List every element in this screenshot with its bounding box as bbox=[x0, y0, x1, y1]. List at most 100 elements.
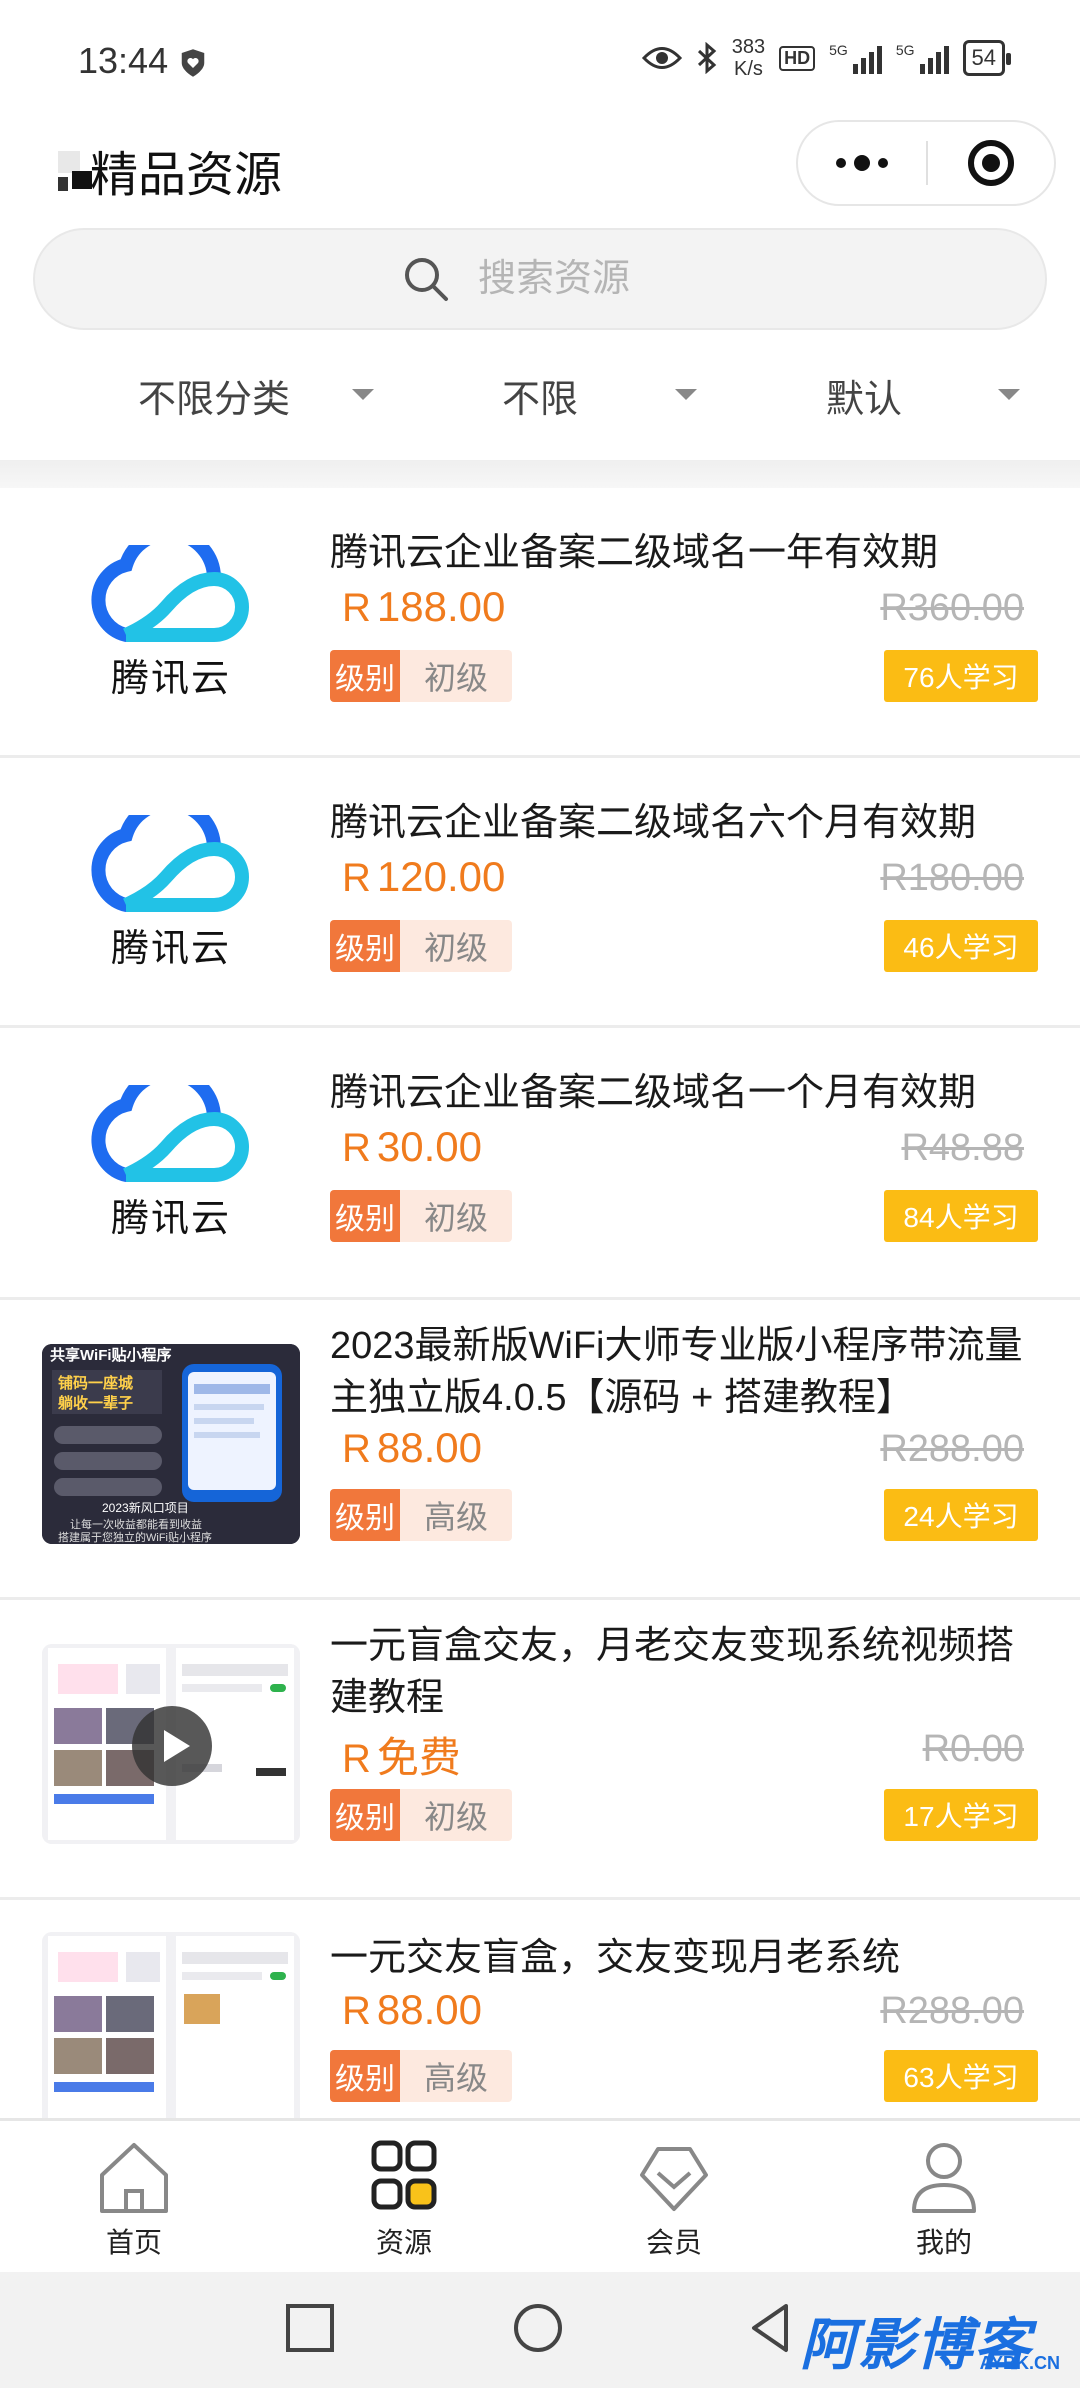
level-badge: 级别 初级 bbox=[330, 920, 512, 972]
status-time: 13:44 bbox=[78, 40, 169, 81]
status-bar: 13:44 383 K/s HD 5G 5G 54 bbox=[0, 0, 1080, 115]
wifi-promo-thumbnail: 共享WiFi贴小程序 铺码一座城 躺收一辈子 2023新风口项目 让每一次收益都… bbox=[42, 1344, 300, 1544]
tab-label: 资源 bbox=[375, 2227, 432, 2258]
tencent-cloud-logo-icon bbox=[91, 814, 249, 912]
item-original-price: R288.00 bbox=[880, 1990, 1024, 2032]
level-badge: 级别 高级 bbox=[330, 1489, 512, 1541]
page-title: 精品资源 bbox=[90, 149, 283, 202]
search-input[interactable] bbox=[478, 257, 678, 301]
learners-badge: 76人学习 bbox=[884, 650, 1038, 702]
item-title: 腾讯云企业备案二级域名一年有效期 bbox=[330, 532, 939, 574]
item-original-price: R288.00 bbox=[880, 1428, 1024, 1470]
recents-button[interactable] bbox=[284, 2302, 336, 2354]
tencent-cloud-logo-icon bbox=[91, 1084, 249, 1182]
heart-shield-icon bbox=[181, 49, 205, 77]
system-navigation-bar: 阿影博客 AYBK.CN bbox=[0, 2272, 1080, 2388]
thumbnail-caption: 腾讯云 bbox=[110, 657, 231, 700]
item-original-price: R360.00 bbox=[880, 587, 1024, 629]
filter-label: 不限 bbox=[502, 378, 579, 421]
svg-text:2023新风口项目: 2023新风口项目 bbox=[102, 1500, 189, 1515]
more-dot-icon bbox=[854, 155, 870, 171]
wifi-promo-image: 共享WiFi贴小程序 铺码一座城 躺收一辈子 2023新风口项目 让每一次收益都… bbox=[42, 1344, 300, 1544]
item-title: 一元交友盲盒，交友变现月老系统 bbox=[330, 1937, 901, 1979]
item-price: R 免费 bbox=[342, 1734, 461, 1781]
tencent-cloud-thumbnail: 腾讯云 bbox=[42, 523, 300, 723]
filter-category[interactable]: 不限分类 bbox=[138, 355, 378, 435]
tencent-cloud-thumbnail: 腾讯云 bbox=[42, 793, 300, 993]
watermark-domain: AYBK.CN bbox=[979, 2353, 1060, 2373]
target-icon bbox=[967, 140, 1014, 186]
bluetooth-icon bbox=[697, 42, 717, 74]
learners-badge: 84人学习 bbox=[884, 1190, 1038, 1242]
tencent-cloud-thumbnail: 腾讯云 bbox=[42, 1063, 300, 1263]
tab-resources[interactable]: 资源 bbox=[334, 2139, 474, 2261]
user-icon bbox=[912, 2143, 976, 2213]
battery-icon: 54 bbox=[962, 40, 1012, 76]
tab-label: 首页 bbox=[105, 2227, 162, 2258]
search-icon bbox=[405, 258, 448, 301]
play-icon[interactable] bbox=[130, 1704, 214, 1788]
svg-text:让每一次收益都能看到收益: 让每一次收益都能看到收益 bbox=[70, 1517, 202, 1531]
tab-bar: 首页 资源 会员 我的 bbox=[0, 2118, 1080, 2272]
app-thumbnail bbox=[42, 1932, 300, 2132]
more-dot-icon bbox=[836, 158, 846, 168]
svg-text:铺码一座城: 铺码一座城 bbox=[58, 1374, 133, 1392]
filter-level[interactable]: 不限 bbox=[502, 355, 702, 435]
tab-home[interactable]: 首页 bbox=[64, 2139, 204, 2261]
item-title: 腾讯云企业备案二级域名六个月有效期 bbox=[330, 802, 977, 844]
caret-down-icon bbox=[998, 389, 1020, 400]
svg-text:搭建属于您独立的WiFi贴小程序: 搭建属于您独立的WiFi贴小程序 bbox=[58, 1530, 212, 1544]
item-price: R 120.00 bbox=[342, 853, 506, 900]
list-item[interactable]: 共享WiFi贴小程序 铺码一座城 躺收一辈子 2023新风口项目 让每一次收益都… bbox=[0, 1300, 1080, 1600]
item-title: 腾讯云企业备案二级域名一个月有效期 bbox=[330, 1072, 977, 1114]
hd-badge: HD bbox=[779, 45, 816, 71]
level-badge: 级别 高级 bbox=[330, 2050, 512, 2102]
caret-down-icon bbox=[675, 389, 697, 400]
filter-bar: 不限分类 不限 默认 bbox=[0, 355, 1080, 435]
thumbnail-caption: 腾讯云 bbox=[110, 1197, 231, 1240]
more-button[interactable] bbox=[798, 122, 926, 204]
list-item[interactable]: 腾讯云 腾讯云企业备案二级域名六个月有效期 R 120.00 R180.00 级别… bbox=[0, 758, 1080, 1028]
section-divider bbox=[0, 460, 1080, 488]
item-original-price: R180.00 bbox=[880, 857, 1024, 899]
home-icon bbox=[100, 2143, 168, 2213]
item-title: 2023最新版WiFi大师专业版小程序带流量主独立版4.0.5【源码 + 搭建教… bbox=[330, 1325, 1023, 1419]
learners-badge: 63人学习 bbox=[884, 2050, 1038, 2102]
eye-icon bbox=[641, 47, 682, 69]
learners-badge: 17人学习 bbox=[884, 1789, 1038, 1841]
item-price: R 88.00 bbox=[342, 1424, 482, 1471]
learners-badge: 46人学习 bbox=[884, 920, 1038, 972]
item-original-price: R48.88 bbox=[901, 1127, 1024, 1169]
filter-label: 默认 bbox=[826, 378, 903, 421]
item-price: R 88.00 bbox=[342, 1986, 482, 2033]
tab-label: 我的 bbox=[915, 2227, 972, 2258]
list-item[interactable]: 腾讯云 腾讯云企业备案二级域名一年有效期 R 188.00 R360.00 级别初… bbox=[0, 488, 1080, 758]
status-right: 383 K/s HD 5G 5G 54 bbox=[641, 36, 1012, 80]
item-price: R 188.00 bbox=[342, 583, 506, 630]
tab-profile[interactable]: 我的 bbox=[874, 2139, 1014, 2261]
nav-header: 精品资源 bbox=[0, 115, 1080, 225]
level-badge: 级别 初级 bbox=[330, 1190, 512, 1242]
filter-sort[interactable]: 默认 bbox=[826, 355, 1026, 435]
watermark: 阿影博客 AYBK.CN bbox=[800, 2300, 1060, 2376]
tab-member[interactable]: 会员 bbox=[604, 2139, 744, 2261]
video-thumbnail bbox=[42, 1644, 300, 1844]
close-button[interactable] bbox=[928, 122, 1054, 204]
tab-label: 会员 bbox=[645, 2227, 702, 2258]
app-screenshot-image bbox=[42, 1932, 300, 2132]
diamond-icon bbox=[640, 2147, 708, 2211]
more-dot-icon bbox=[878, 158, 888, 168]
search-bar[interactable] bbox=[33, 228, 1047, 330]
thumbnail-caption: 腾讯云 bbox=[110, 927, 231, 970]
back-button[interactable] bbox=[744, 2302, 796, 2354]
level-badge: 级别 初级 bbox=[330, 650, 512, 702]
svg-text:共享WiFi贴小程序: 共享WiFi贴小程序 bbox=[50, 1346, 172, 1364]
home-button[interactable] bbox=[512, 2302, 564, 2354]
apps-icon bbox=[371, 2140, 437, 2210]
item-title: 一元盲盒交友，月老交友变现系统视频搭建教程 bbox=[330, 1625, 1015, 1719]
app-logo-icon bbox=[58, 151, 92, 191]
list-item[interactable]: 一元盲盒交友，月老交友变现系统视频搭建教程 R 免费 R0.00 级别 初级 17人… bbox=[0, 1600, 1080, 1900]
item-price: R 30.00 bbox=[342, 1123, 482, 1170]
list-item[interactable]: 腾讯云 腾讯云企业备案二级域名一个月有效期 R 30.00 R48.88 级别 初级… bbox=[0, 1028, 1080, 1300]
mini-program-capsule bbox=[796, 120, 1056, 206]
